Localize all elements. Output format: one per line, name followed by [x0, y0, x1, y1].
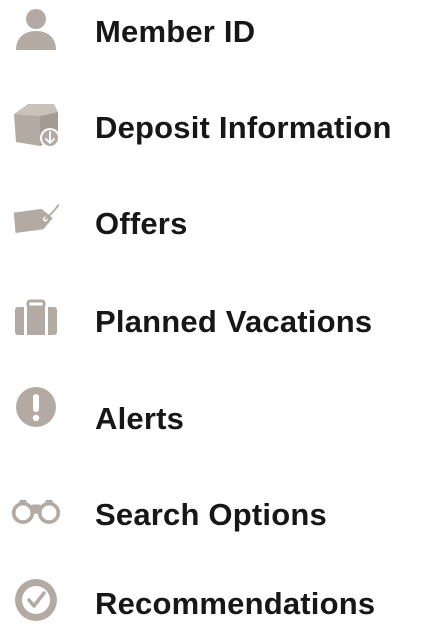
menu-item-label: Planned Vacations	[95, 304, 373, 339]
menu-item-label: Search Options	[95, 497, 327, 532]
menu-item-search-options[interactable]: Search Options	[0, 483, 425, 543]
checkmark-icon	[10, 574, 62, 626]
menu-item-member-id[interactable]: Member ID	[0, 0, 425, 60]
menu-item-alerts[interactable]: Alerts	[0, 387, 425, 447]
main-menu: Member ID Deposit Information Offers Pla…	[0, 0, 425, 623]
tag-icon	[10, 194, 62, 246]
menu-item-recommendations[interactable]: Recommendations	[0, 579, 425, 640]
menu-item-deposit-information[interactable]: Deposit Information	[0, 96, 425, 156]
binoculars-icon	[10, 485, 62, 537]
menu-item-planned-vacations[interactable]: Planned Vacations	[0, 290, 425, 350]
menu-item-label: Offers	[95, 206, 188, 241]
person-icon	[10, 2, 62, 54]
box-deposit-icon	[10, 98, 62, 150]
menu-item-label: Alerts	[95, 401, 185, 436]
menu-item-label: Deposit Information	[95, 110, 392, 145]
menu-item-offers[interactable]: Offers	[0, 192, 425, 252]
suitcase-icon	[10, 292, 62, 344]
alert-icon	[10, 381, 62, 433]
menu-item-label: Recommendations	[95, 586, 376, 621]
menu-item-label: Member ID	[95, 14, 256, 49]
